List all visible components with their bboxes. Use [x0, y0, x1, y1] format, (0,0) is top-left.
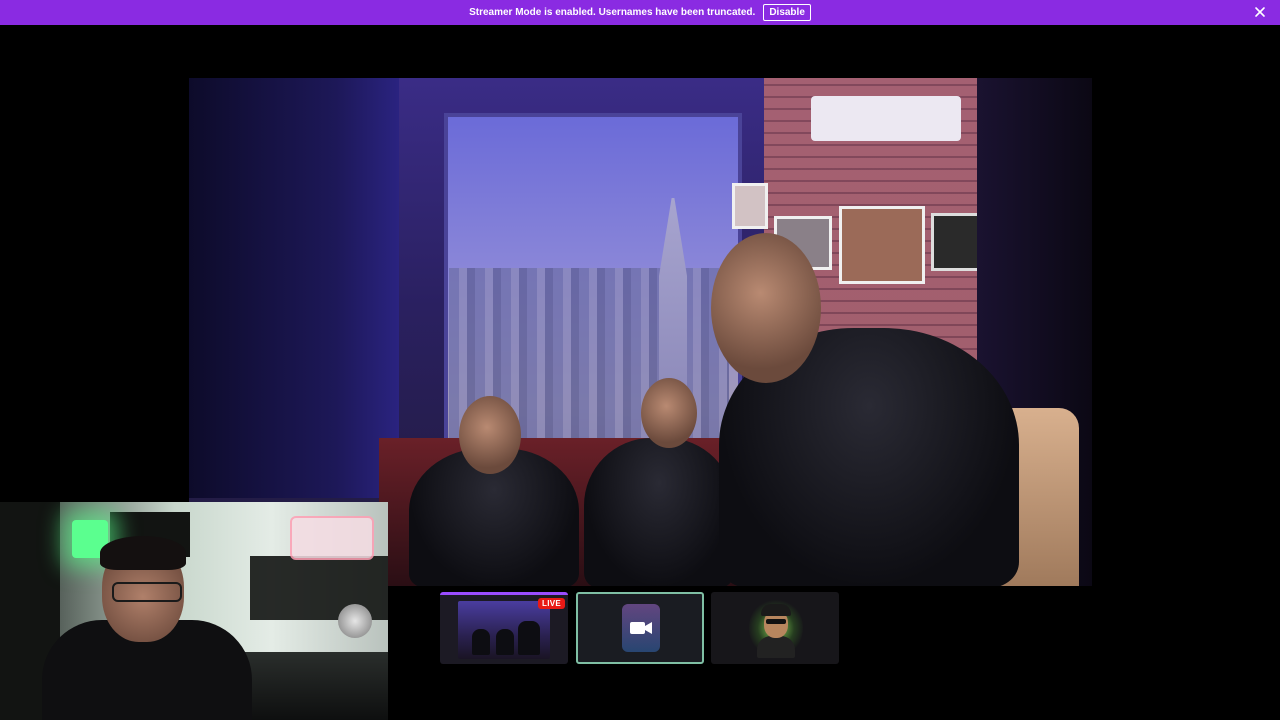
- stream-preview-thumbnail: [458, 601, 550, 659]
- preview-person: [518, 621, 540, 655]
- webcam-desk: [230, 652, 388, 720]
- streamer-mode-banner: Streamer Mode is enabled. Usernames have…: [0, 0, 1280, 25]
- avatar: [757, 636, 795, 658]
- streamer-mode-message: Streamer Mode is enabled. Usernames have…: [469, 7, 756, 18]
- preview-person: [472, 629, 490, 655]
- video-scene-curtain: [189, 78, 399, 498]
- avatar: [766, 619, 786, 624]
- streamer-webcam: [0, 502, 388, 720]
- disable-streamer-mode-button[interactable]: Disable: [763, 4, 811, 21]
- video-scene-person: [711, 233, 821, 383]
- webcam-person-glasses: [112, 582, 182, 602]
- preview-person: [496, 629, 514, 655]
- webcam-disco-ball: [338, 604, 372, 638]
- video-camera-icon: [629, 619, 653, 637]
- video-scene-person: [459, 396, 521, 474]
- video-scene-air-conditioner: [811, 96, 961, 141]
- stream-tile-avatar[interactable]: [711, 592, 839, 664]
- video-scene-poster: [732, 183, 768, 229]
- stream-tile-live[interactable]: LIVE: [440, 592, 568, 664]
- webcam-neon-sign: [290, 516, 374, 560]
- stream-tile-camera[interactable]: [576, 592, 704, 664]
- live-badge: LIVE: [538, 598, 565, 609]
- video-scene-person: [584, 438, 734, 586]
- close-icon[interactable]: [1253, 5, 1267, 19]
- avatar: [761, 604, 791, 616]
- video-scene-person: [641, 378, 697, 448]
- video-scene-poster: [839, 206, 925, 284]
- webcam-person-hair: [100, 536, 186, 570]
